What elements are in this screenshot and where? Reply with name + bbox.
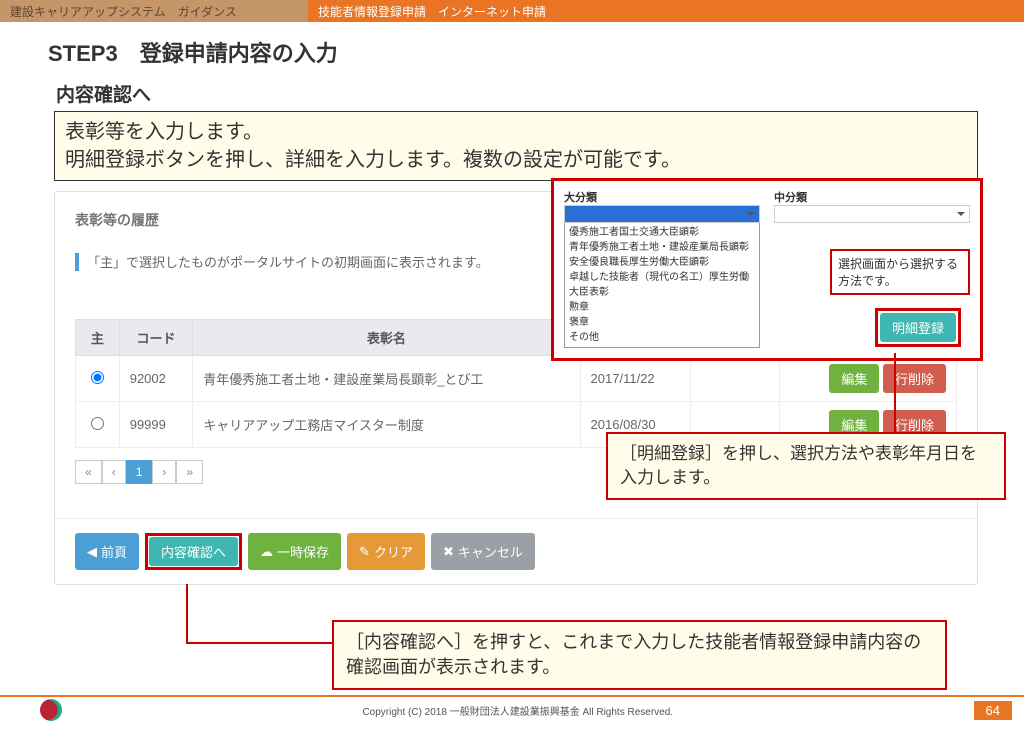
step-title: STEP3 登録申請内容の入力: [48, 36, 984, 68]
clear-button[interactable]: ✎ クリア: [347, 533, 425, 570]
header-bar: 建設キャリアアップシステム ガイダンス 技能者情報登録申請 インターネット申請: [0, 0, 1024, 22]
callout-confirm: ［内容確認へ］を押すと、これまで入力した技能者情報登録申請内容の確認画面が表示さ…: [332, 620, 947, 690]
option-item[interactable]: 褒章: [569, 315, 755, 330]
copyright-text: Copyright (C) 2018 一般財団法人建設業振興基金 All Rig…: [62, 703, 974, 718]
row-radio[interactable]: [91, 417, 104, 430]
option-item[interactable]: 青年優秀施工者土地・建設産業局長顕彰: [569, 240, 755, 255]
confirm-highlight: 内容確認へ: [145, 533, 242, 570]
footer-button-row: ◀ 前頁 内容確認へ ☁ 一時保存 ✎ クリア ✖ キャンセル: [55, 518, 977, 584]
close-icon: ✖: [443, 544, 454, 560]
card-awards-history: 表彰等の履歴 「主」で選択したものがポータルサイトの初期画面に表示されます。 大…: [54, 191, 978, 585]
th-main: 主: [76, 320, 120, 356]
option-item[interactable]: 安全優良職長厚生労働大臣顕彰: [569, 255, 755, 270]
cancel-button[interactable]: ✖ キャンセル: [431, 533, 535, 570]
connector-line: [894, 353, 896, 435]
pager-next[interactable]: ›: [152, 460, 176, 484]
arrow-left-icon: ◀: [87, 544, 97, 560]
cell-code: 99999: [119, 402, 192, 448]
option-item[interactable]: 卓越した技能者（現代の名工）厚生労働大臣表彰: [569, 270, 755, 300]
detail-register-button[interactable]: 明細登録: [880, 313, 956, 342]
middle-category-select[interactable]: [774, 205, 970, 223]
connector-line: [186, 584, 332, 644]
page-number: 64: [974, 701, 1012, 720]
instruction-box: 表彰等を入力します。 明細登録ボタンを押し、詳細を入力します。複数の設定が可能で…: [54, 111, 978, 181]
back-label: 前頁: [101, 542, 127, 561]
cloud-icon: ☁: [260, 544, 273, 560]
eraser-icon: ✎: [359, 544, 370, 560]
th-code: コード: [119, 320, 192, 356]
cell-name: 青年優秀施工者土地・建設産業局長顕彰_とび工: [193, 356, 580, 402]
instruction-line2: 明細登録ボタンを押し、詳細を入力します。複数の設定が可能です。: [65, 146, 967, 174]
option-item[interactable]: 勲章: [569, 300, 755, 315]
step-subtitle: 内容確認へ: [56, 80, 984, 107]
confirm-button[interactable]: 内容確認へ: [149, 537, 238, 566]
pager-prev[interactable]: ‹: [102, 460, 126, 484]
detail-register-highlight: 明細登録: [875, 308, 961, 347]
instruction-line1: 表彰等を入力します。: [65, 118, 967, 146]
option-item[interactable]: 優秀施工者国土交通大臣顕彰: [569, 225, 755, 240]
major-category-select[interactable]: [564, 205, 760, 223]
cell-code: 92002: [119, 356, 192, 402]
th-name: 表彰名: [193, 320, 580, 356]
pager-page[interactable]: 1: [126, 460, 153, 484]
label-major-category: 大分類: [564, 189, 760, 205]
callout-detail-register: ［明細登録］を押し、選択方法や表彰年月日を入力します。: [606, 432, 1006, 500]
cell-doc: [691, 356, 780, 402]
major-category-options[interactable]: 優秀施工者国土交通大臣顕彰 青年優秀施工者土地・建設産業局長顕彰 安全優良職長厚…: [564, 223, 760, 348]
overlay-note: 選択画面から選択する方法です。: [830, 249, 970, 295]
header-left-title: 建設キャリアアップシステム ガイダンス: [0, 0, 308, 22]
edit-button[interactable]: 編集: [829, 364, 879, 393]
card-notice-text: 「主」で選択したものがポータルサイトの初期画面に表示されます。: [87, 252, 489, 271]
cell-name: キャリアアップ工務店マイスター制度: [193, 402, 580, 448]
row-delete-button[interactable]: 行削除: [883, 364, 946, 393]
option-item[interactable]: その他: [569, 330, 755, 345]
header-right-title: 技能者情報登録申請 インターネット申請: [308, 0, 1024, 22]
page-footer: Copyright (C) 2018 一般財団法人建設業振興基金 All Rig…: [0, 695, 1024, 723]
back-button[interactable]: ◀ 前頁: [75, 533, 139, 570]
accent-bar: [75, 253, 79, 271]
pager-last[interactable]: »: [176, 460, 203, 484]
logo-icon: [40, 699, 62, 721]
temp-save-button[interactable]: ☁ 一時保存: [248, 533, 341, 570]
temp-save-label: 一時保存: [277, 542, 329, 561]
cancel-label: キャンセル: [458, 542, 523, 561]
pager-first[interactable]: «: [75, 460, 102, 484]
clear-label: クリア: [374, 542, 413, 561]
cell-date: 2017/11/22: [580, 356, 691, 402]
label-middle-category: 中分類: [774, 189, 970, 205]
row-radio[interactable]: [91, 371, 104, 384]
table-row: 92002 青年優秀施工者土地・建設産業局長顕彰_とび工 2017/11/22 …: [76, 356, 957, 402]
